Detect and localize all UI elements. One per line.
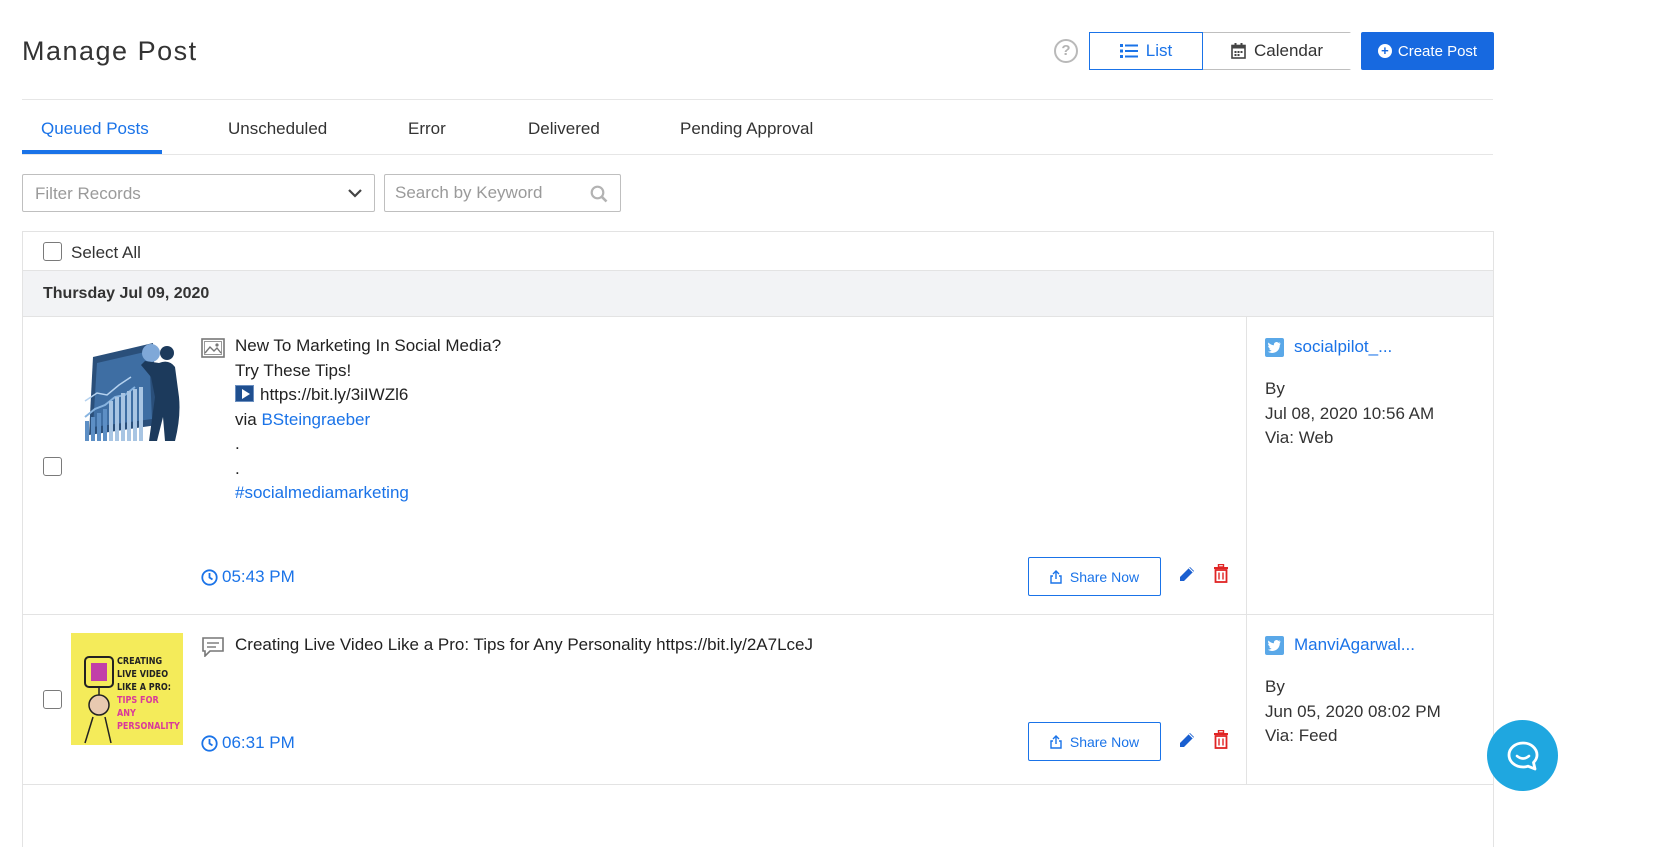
post-text: New To Marketing In Social Media? Try Th…: [235, 334, 501, 506]
post-thumbnail[interactable]: [75, 337, 185, 449]
date-group-header: Thursday Jul 09, 2020: [23, 271, 1493, 317]
tab-delivered[interactable]: Delivered: [528, 119, 600, 139]
select-all-checkbox[interactable]: [43, 242, 62, 261]
by-label: By: [1265, 379, 1285, 398]
tab-error[interactable]: Error: [408, 119, 446, 139]
trash-icon[interactable]: [1213, 564, 1229, 583]
scheduled-time[interactable]: 05:43 PM: [201, 567, 295, 587]
by-label: By: [1265, 677, 1285, 696]
search-input[interactable]: [395, 176, 585, 210]
clock-icon: [201, 734, 218, 752]
scheduled-time-label: 06:31 PM: [222, 733, 295, 752]
create-post-button[interactable]: + Create Post: [1361, 32, 1494, 70]
tab-pending-approval[interactable]: Pending Approval: [680, 119, 813, 139]
twitter-icon: [1265, 635, 1284, 655]
post-meta: By Jul 08, 2020 10:56 AM Via: Web: [1265, 377, 1434, 451]
keyword-search-box: [384, 174, 621, 212]
posts-table: Select All Thursday Jul 09, 2020 New To …: [22, 231, 1494, 847]
list-icon: [1119, 44, 1138, 58]
post-row: New To Marketing In Social Media? Try Th…: [23, 317, 1493, 615]
tab-unscheduled[interactable]: Unscheduled: [228, 119, 327, 139]
account-name: socialpilot_...: [1294, 337, 1393, 356]
text-post-icon: [202, 637, 224, 657]
clock-icon: [201, 568, 218, 586]
account-link[interactable]: ManviAgarwal...: [1265, 635, 1415, 655]
post-text-line: New To Marketing In Social Media?: [235, 336, 502, 355]
list-view-label: List: [1145, 41, 1173, 60]
share-now-button[interactable]: Share Now: [1028, 722, 1161, 761]
account-link[interactable]: socialpilot_...: [1265, 337, 1392, 357]
thumbnail-caption-line: PERSONALITY: [117, 721, 180, 732]
hashtag-link[interactable]: #socialmediamarketing: [235, 481, 501, 506]
tab-queued-posts[interactable]: Queued Posts: [41, 119, 149, 139]
trash-icon[interactable]: [1213, 730, 1229, 749]
via-source: Via: Feed: [1265, 726, 1338, 745]
via-prefix: via: [235, 409, 257, 429]
created-datetime: Jul 08, 2020 10:56 AM: [1265, 403, 1435, 423]
post-text: Creating Live Video Like a Pro: Tips for…: [235, 635, 813, 654]
support-chat-button[interactable]: [1487, 720, 1558, 791]
chat-icon: [1507, 741, 1538, 770]
scheduled-time[interactable]: 06:31 PM: [201, 733, 295, 753]
thumbnail-caption-line: CREATING: [117, 656, 163, 667]
share-icon: [1050, 569, 1062, 584]
post-text-dot: .: [235, 458, 240, 478]
chevron-down-icon: [348, 189, 362, 198]
scheduled-time-label: 05:43 PM: [222, 567, 295, 586]
post-content-cell: New To Marketing In Social Media? Try Th…: [23, 317, 1247, 614]
twitter-icon: [1265, 337, 1284, 357]
select-all-label: Select All: [71, 243, 141, 262]
post-row: CREATING LIVE VIDEO LIKE A PRO: TIPS FOR…: [23, 615, 1493, 785]
active-tab-indicator: [22, 150, 162, 154]
post-url-line: https://bit.ly/3iIWZl6: [235, 383, 501, 408]
create-post-label: Create Post: [1397, 42, 1478, 60]
post-content-cell: CREATING LIVE VIDEO LIKE A PRO: TIPS FOR…: [23, 615, 1247, 784]
post-checkbox[interactable]: [43, 690, 62, 709]
list-view-button[interactable]: List: [1089, 32, 1203, 70]
thumbnail-caption: CREATING LIVE VIDEO LIKE A PRO: TIPS FOR…: [117, 655, 180, 733]
pencil-icon[interactable]: [1178, 731, 1196, 749]
share-icon: [1050, 734, 1062, 749]
post-account-cell: socialpilot_... By Jul 08, 2020 10:56 AM…: [1265, 317, 1493, 614]
post-thumbnail[interactable]: CREATING LIVE VIDEO LIKE A PRO: TIPS FOR…: [71, 633, 183, 745]
account-name: ManviAgarwal...: [1294, 635, 1415, 654]
via-source: Via: Web: [1265, 428, 1334, 447]
post-text-line: Try These Tips!: [235, 360, 352, 380]
post-text-dot: .: [235, 434, 240, 453]
post-checkbox[interactable]: [43, 457, 62, 476]
select-all-row: Select All: [23, 232, 1493, 271]
created-datetime: Jun 05, 2020 08:02 PM: [1265, 701, 1441, 721]
help-icon[interactable]: ?: [1054, 39, 1078, 63]
page-header: Manage Post ? List Calendar + Create Pos…: [22, 0, 1494, 100]
share-now-label: Share Now: [1069, 568, 1140, 585]
share-now-button[interactable]: Share Now: [1028, 557, 1161, 596]
post-account-cell: ManviAgarwal... By Jun 05, 2020 08:02 PM…: [1265, 615, 1493, 784]
page-title: Manage Post: [22, 36, 198, 66]
marketing-presenter-image: [75, 337, 185, 449]
calendar-view-label: Calendar: [1254, 41, 1323, 60]
thumbnail-caption-line: LIKE A PRO:: [117, 682, 172, 693]
share-now-label: Share Now: [1069, 733, 1140, 750]
post-url: https://bit.ly/3iIWZl6: [260, 385, 409, 404]
post-status-tabs: Queued Posts Unscheduled Error Delivered…: [22, 101, 1493, 155]
via-user-link[interactable]: BSteingraeber: [261, 410, 370, 429]
thumbnail-caption-line: TIPS FOR ANY: [117, 695, 159, 719]
filter-records-dropdown[interactable]: Filter Records: [22, 174, 375, 212]
image-icon: [201, 338, 225, 358]
plus-circle-icon: +: [1377, 44, 1392, 58]
search-icon[interactable]: [590, 185, 608, 203]
calendar-view-button[interactable]: Calendar: [1203, 33, 1351, 69]
pencil-icon[interactable]: [1178, 565, 1196, 583]
date-group-label: Thursday Jul 09, 2020: [43, 285, 210, 302]
filter-records-placeholder: Filter Records: [35, 184, 141, 203]
thumbnail-caption-line: LIVE VIDEO: [117, 669, 169, 680]
view-toggle: List Calendar: [1089, 32, 1351, 70]
post-via-line: via BSteingraeber: [235, 408, 501, 433]
play-icon: [235, 385, 254, 402]
post-meta: By Jun 05, 2020 08:02 PM Via: Feed: [1265, 675, 1441, 749]
calendar-icon: [1231, 43, 1246, 59]
